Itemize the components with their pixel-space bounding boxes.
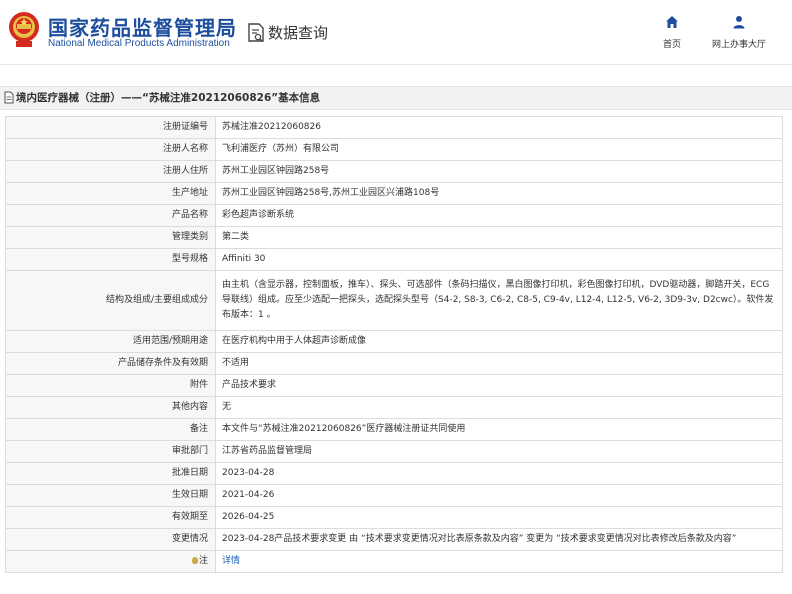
row-value: 江苏省药品监督管理局	[215, 440, 783, 463]
row-value: 苏械注准20212060826	[215, 116, 783, 139]
home-icon	[666, 16, 678, 28]
table-row: 注册人住所 苏州工业园区钟园路258号	[5, 160, 783, 183]
document-icon	[4, 91, 14, 104]
row-value: 在医疗机构中用于人体超声诊断成像	[215, 330, 783, 353]
table-row: 批准日期 2023-04-28	[5, 462, 783, 485]
site-header: 国家药品监督管理局 National Medical Products Admi…	[0, 0, 792, 65]
table-row: 产品储存条件及有效期 不适用	[5, 352, 783, 375]
row-label: 变更情况	[5, 528, 216, 551]
row-label: 其他内容	[5, 396, 216, 419]
row-value: 不适用	[215, 352, 783, 375]
table-row: 生产地址 苏州工业园区钟园路258号,苏州工业园区兴浦路108号	[5, 182, 783, 205]
row-value: 2023-04-28	[215, 462, 783, 485]
row-label: 有效期至	[5, 506, 216, 529]
row-value: 2023-04-28产品技术要求变更 由 “技术要求变更情况对比表原条款及内容”…	[215, 528, 783, 551]
row-value: 无	[215, 396, 783, 419]
note-label-text: 注	[198, 556, 208, 566]
page-title: 境内医疗器械（注册）——“苏械注准20212060826”基本信息	[16, 92, 321, 104]
table-row: 有效期至 2026-04-25	[5, 506, 783, 529]
table-row: 附件 产品技术要求	[5, 374, 783, 397]
lightbulb-icon	[191, 557, 198, 564]
table-row: 适用范围/预期用途 在医疗机构中用于人体超声诊断成像	[5, 330, 783, 353]
row-label: 注册人住所	[5, 160, 216, 183]
row-label: 注册人名称	[5, 138, 216, 161]
row-label: 审批部门	[5, 440, 216, 463]
row-label: 注册证编号	[5, 116, 216, 139]
table-row: 型号规格 Affiniti 30	[5, 248, 783, 271]
table-row: 结构及组成/主要组成成分 由主机（含显示器，控制面板，推车）、探头、可选部件（条…	[5, 270, 783, 331]
detail-link[interactable]: 详情	[222, 556, 240, 566]
search-document-icon	[248, 23, 264, 42]
row-label: 型号规格	[5, 248, 216, 271]
row-value: 苏州工业园区钟园路258号,苏州工业园区兴浦路108号	[215, 182, 783, 205]
row-value: 第二类	[215, 226, 783, 249]
row-label: 备注	[5, 418, 216, 441]
row-value: 2021-04-26	[215, 484, 783, 507]
table-row: 其他内容 无	[5, 396, 783, 419]
table-row: 产品名称 彩色超声诊断系统	[5, 204, 783, 227]
nav-online-service-link[interactable]: 网上办事大厅	[706, 14, 772, 50]
row-value: 苏州工业园区钟园路258号	[215, 160, 783, 183]
table-row: 管理类别 第二类	[5, 226, 783, 249]
row-value: 彩色超声诊断系统	[215, 204, 783, 227]
row-value: 本文件与“苏械注准20212060826”医疗器械注册证共同使用	[215, 418, 783, 441]
site-name-en: National Medical Products Administration	[48, 38, 230, 49]
row-label: 生效日期	[5, 484, 216, 507]
row-label: 产品名称	[5, 204, 216, 227]
table-row: 生效日期 2021-04-26	[5, 484, 783, 507]
nav-home-link[interactable]: 首页	[656, 14, 688, 50]
row-label: 产品储存条件及有效期	[5, 352, 216, 375]
table-row: 审批部门 江苏省药品监督管理局	[5, 440, 783, 463]
site-name-cn: 国家药品监督管理局	[48, 16, 237, 40]
table-row: 注册证编号 苏械注准20212060826	[5, 116, 783, 139]
record-title-bar: 境内医疗器械（注册）——“苏械注准20212060826”基本信息	[0, 86, 792, 110]
table-row: 注册人名称 飞利浦医疗（苏州）有限公司	[5, 138, 783, 161]
row-label: 管理类别	[5, 226, 216, 249]
row-value: Affiniti 30	[215, 248, 783, 271]
table-row: 变更情况 2023-04-28产品技术要求变更 由 “技术要求变更情况对比表原条…	[5, 528, 783, 551]
row-value: 2026-04-25	[215, 506, 783, 529]
national-emblem-icon	[9, 12, 39, 47]
note-label: 注	[5, 550, 216, 573]
nav-home-label: 首页	[662, 40, 681, 50]
row-value: 详情	[215, 550, 783, 573]
nav-online-service-label: 网上办事大厅	[711, 40, 766, 50]
table-row: 备注 本文件与“苏械注准20212060826”医疗器械注册证共同使用	[5, 418, 783, 441]
user-icon	[733, 16, 745, 29]
row-label: 批准日期	[5, 462, 216, 485]
row-value: 产品技术要求	[215, 374, 783, 397]
row-value: 由主机（含显示器，控制面板，推车）、探头、可选部件（条码扫描仪，黑白图像打印机，…	[215, 270, 783, 331]
registration-info-table: 注册证编号 苏械注准20212060826 注册人名称 飞利浦医疗（苏州）有限公…	[5, 116, 783, 573]
row-label: 适用范围/预期用途	[5, 330, 216, 353]
section-title: 数据查询	[268, 24, 329, 42]
row-label: 附件	[5, 374, 216, 397]
table-row: 注 详情	[5, 550, 783, 573]
row-label: 结构及组成/主要组成成分	[5, 270, 216, 331]
row-value: 飞利浦医疗（苏州）有限公司	[215, 138, 783, 161]
row-label: 生产地址	[5, 182, 216, 205]
